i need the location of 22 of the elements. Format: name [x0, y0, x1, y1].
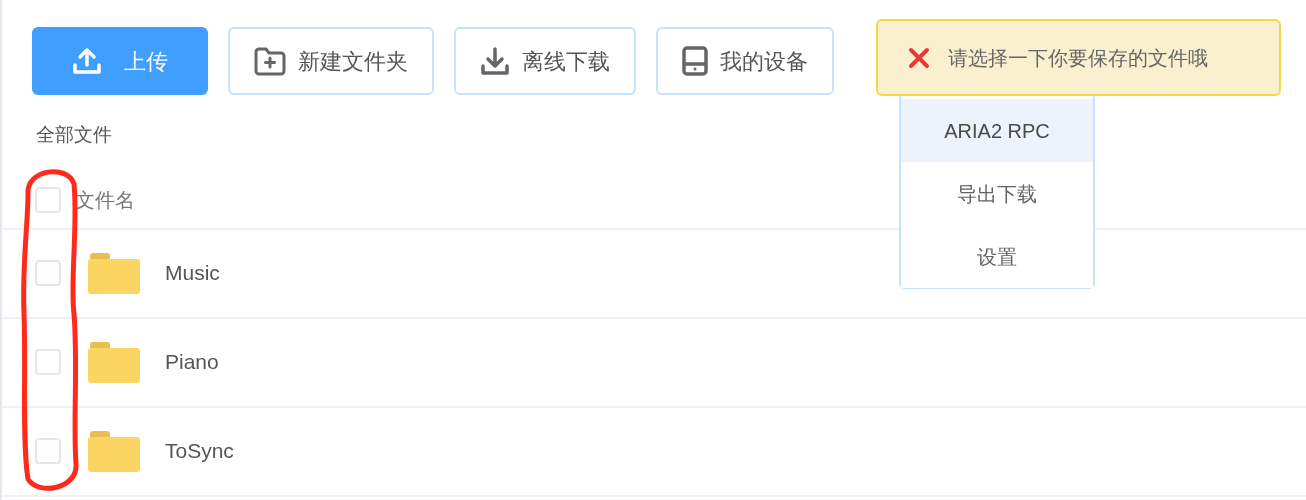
device-button[interactable]: 我的设备: [656, 27, 834, 95]
folder-button[interactable]: 新建文件夹: [228, 27, 434, 95]
checkbox[interactable]: [35, 438, 61, 464]
toast-text: 请选择一下你要保存的文件哦: [948, 45, 1208, 71]
menu-item[interactable]: ARIA2 RPC: [901, 99, 1093, 162]
download-icon: [480, 46, 510, 76]
folder-icon: [88, 430, 140, 472]
tablet-icon: [682, 46, 708, 76]
file-name[interactable]: Piano: [165, 346, 219, 378]
file-name[interactable]: Music: [165, 257, 220, 289]
checkbox[interactable]: [35, 260, 61, 286]
close-icon: [908, 46, 930, 69]
upload-icon: [72, 47, 102, 75]
column-header: 文件名: [75, 187, 135, 213]
folder-icon: [88, 252, 140, 294]
download-button[interactable]: 离线下载: [454, 27, 636, 95]
folder-plus-icon: [254, 46, 286, 76]
file-name[interactable]: ToSync: [165, 435, 234, 467]
checkbox[interactable]: [35, 349, 61, 375]
checkbox[interactable]: [35, 186, 61, 213]
folder-icon: [88, 341, 140, 383]
breadcrumb[interactable]: 全部文件: [36, 124, 112, 145]
